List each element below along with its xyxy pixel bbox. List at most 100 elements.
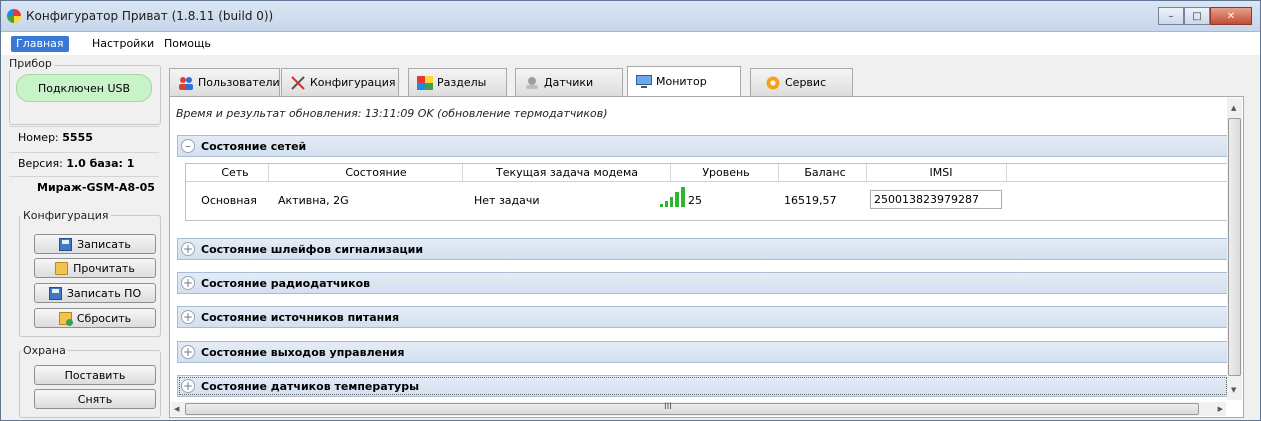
- write-button[interactable]: Записать: [34, 234, 156, 254]
- window-controls: – □ ✕: [1158, 7, 1252, 25]
- signal-strength-icon: [660, 186, 690, 211]
- cell-network: Основная: [201, 194, 257, 207]
- tab-service[interactable]: Сервис: [750, 68, 853, 96]
- app-logo-icon: [7, 9, 21, 23]
- scroll-right-icon[interactable]: ▶: [1218, 405, 1223, 413]
- cell-level: 25: [688, 194, 702, 207]
- imsi-field[interactable]: 250013823979287: [870, 190, 1002, 209]
- col-separator: [1006, 164, 1007, 181]
- users-icon: [178, 76, 194, 90]
- folder-open-icon: [55, 261, 69, 275]
- section-radio-sensors-header[interactable]: + Состояние радиодатчиков: [177, 272, 1229, 294]
- reset-icon: [58, 311, 73, 326]
- service-icon: [765, 76, 781, 90]
- horizontal-scroll-thumb[interactable]: III: [185, 402, 1199, 415]
- section-temperature-sensors-title: Состояние датчиков температуры: [201, 379, 420, 393]
- section-radio-sensors-title: Состояние радиодатчиков: [201, 276, 371, 290]
- maximize-button[interactable]: □: [1184, 7, 1210, 25]
- minimize-button[interactable]: –: [1158, 7, 1184, 25]
- tab-service-label: Сервис: [785, 76, 827, 89]
- section-alarm-loops-title: Состояние шлейфов сигнализации: [201, 242, 424, 256]
- tab-sensors-label: Датчики: [544, 76, 594, 89]
- section-temperature-sensors-header[interactable]: + Состояние датчиков температуры: [177, 375, 1229, 397]
- sensor-icon: [524, 76, 540, 90]
- app-window: Конфигуратор Приват (1.8.11 (build 0)) –…: [0, 0, 1261, 421]
- tab-partitions-label: Разделы: [437, 76, 487, 89]
- scroll-up-icon[interactable]: ▲: [1231, 104, 1236, 112]
- tab-configuration[interactable]: Конфигурация: [281, 68, 399, 96]
- col-separator: [670, 164, 671, 181]
- horizontal-scrollbar[interactable]: ◀ III ▶: [171, 402, 1226, 416]
- col-separator: [866, 164, 867, 181]
- title-bar: Конфигуратор Приват (1.8.11 (build 0)) –…: [1, 1, 1260, 32]
- usb-status-text: Подключен USB: [37, 81, 131, 95]
- tab-configuration-label: Конфигурация: [310, 76, 396, 89]
- usb-status-badge: Подключен USB: [16, 74, 152, 102]
- menu-item-help[interactable]: Помощь: [159, 36, 216, 52]
- menu-item-settings[interactable]: Настройки: [87, 36, 159, 52]
- disarm-button[interactable]: Снять: [34, 389, 156, 409]
- section-power-sources-title: Состояние источников питания: [201, 310, 400, 324]
- read-button[interactable]: Прочитать: [34, 258, 156, 278]
- col-level: Уровень: [702, 166, 750, 179]
- vertical-scroll-thumb[interactable]: [1228, 118, 1241, 376]
- section-alarm-loops-header[interactable]: + Состояние шлейфов сигнализации: [177, 238, 1229, 260]
- tab-partitions[interactable]: Разделы: [408, 68, 507, 96]
- section-power-sources-header[interactable]: + Состояние источников питания: [177, 306, 1229, 328]
- table-row: Основная Активна, 2G Нет задачи 25 16519…: [186, 182, 1228, 220]
- sidebar: Прибор Подключен USB Номер: 5555 Версия:…: [7, 57, 161, 418]
- tab-monitor-label: Монитор: [656, 75, 707, 88]
- device-version-row: Версия: 1.0 база: 1: [9, 152, 159, 174]
- read-button-label: Прочитать: [73, 261, 135, 275]
- monitor-icon: [636, 74, 652, 89]
- col-network: Сеть: [221, 166, 249, 179]
- expand-icon[interactable]: +: [181, 276, 195, 290]
- col-separator: [268, 164, 269, 181]
- col-separator: [778, 164, 779, 181]
- scroll-left-icon[interactable]: ◀: [174, 405, 179, 413]
- device-model: Мираж-GSM-A8-05: [9, 176, 159, 198]
- expand-icon[interactable]: +: [181, 310, 195, 324]
- menu-item-main[interactable]: Главная: [11, 36, 69, 52]
- col-state: Состояние: [345, 166, 407, 179]
- section-control-outputs-header[interactable]: + Состояние выходов управления: [177, 341, 1229, 363]
- version-label: Версия:: [18, 157, 63, 170]
- scroll-grip: III: [664, 402, 672, 412]
- reset-button[interactable]: Сбросить: [34, 308, 156, 328]
- cell-balance: 16519,57: [784, 194, 837, 207]
- device-group-label: Прибор: [7, 57, 54, 70]
- scroll-down-icon[interactable]: ▼: [1231, 386, 1236, 394]
- save-icon: [59, 237, 73, 251]
- section-networks-header[interactable]: – Состояние сетей: [177, 135, 1229, 157]
- collapse-icon[interactable]: –: [181, 139, 195, 153]
- section-control-outputs-title: Состояние выходов управления: [201, 345, 405, 359]
- tab-users[interactable]: Пользователи: [169, 68, 280, 96]
- section-networks-title: Состояние сетей: [201, 139, 307, 153]
- window-title: Конфигуратор Приват (1.8.11 (build 0)): [26, 9, 274, 23]
- col-separator: [462, 164, 463, 181]
- cell-imsi: 250013823979287: [874, 193, 979, 206]
- close-button[interactable]: ✕: [1210, 7, 1252, 25]
- minimize-icon: –: [1168, 10, 1174, 22]
- reset-button-label: Сбросить: [76, 311, 132, 325]
- tab-monitor[interactable]: Монитор: [627, 66, 741, 96]
- cell-state: Активна, 2G: [278, 194, 349, 207]
- close-icon: ✕: [1226, 10, 1236, 22]
- config-group-label: Конфигурация: [21, 209, 111, 222]
- expand-icon[interactable]: +: [181, 379, 195, 393]
- save-icon: [48, 286, 62, 300]
- network-table-header: Сеть Состояние Текущая задача модема Уро…: [186, 164, 1228, 182]
- write-firmware-button[interactable]: Записать ПО: [34, 283, 156, 303]
- tools-icon: [290, 75, 306, 90]
- cell-modem-task: Нет задачи: [474, 194, 540, 207]
- device-number-row: Номер: 5555: [9, 126, 159, 148]
- write-button-label: Записать: [77, 237, 131, 251]
- arm-button[interactable]: Поставить: [34, 365, 156, 385]
- vertical-scrollbar[interactable]: ▲ ▼: [1227, 98, 1242, 400]
- expand-icon[interactable]: +: [181, 345, 195, 359]
- expand-icon[interactable]: +: [181, 242, 195, 256]
- version-value: 1.0 база: 1: [66, 157, 135, 170]
- number-label: Номер:: [18, 131, 59, 144]
- col-modem-task: Текущая задача модема: [496, 166, 638, 179]
- tab-sensors[interactable]: Датчики: [515, 68, 623, 96]
